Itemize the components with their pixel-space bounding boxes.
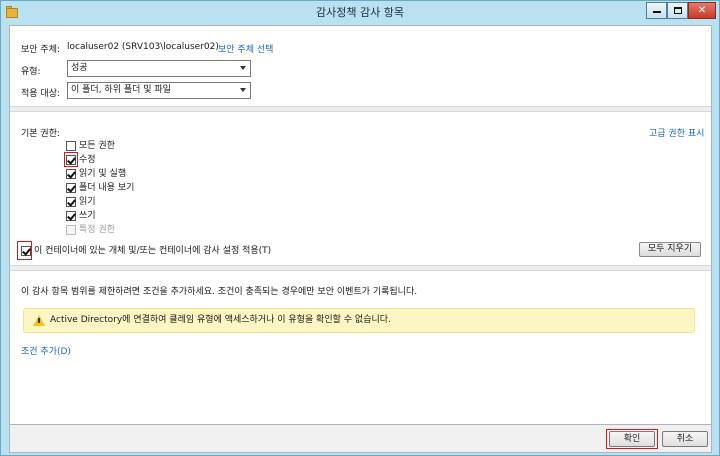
minimize-icon xyxy=(652,11,661,13)
select-principal-link[interactable]: 보안 주체 선택 xyxy=(218,42,273,55)
type-selected-value: 성공 xyxy=(71,63,88,73)
add-condition-link[interactable]: 조건 추가(D) xyxy=(21,344,71,357)
cancel-button[interactable]: 취소 xyxy=(662,431,708,447)
checkbox[interactable] xyxy=(66,197,76,207)
checkbox[interactable] xyxy=(66,183,76,193)
ok-button[interactable]: 확인 xyxy=(609,431,655,447)
checkbox xyxy=(66,225,76,235)
section-divider xyxy=(10,265,711,271)
checkbox[interactable] xyxy=(66,169,76,179)
close-button[interactable]: ✕ xyxy=(688,2,716,19)
chevron-down-icon xyxy=(240,88,246,92)
show-advanced-permissions-link[interactable]: 고급 권한 표시 xyxy=(649,126,704,139)
permission-label: 폴더 내용 보기 xyxy=(79,183,135,193)
basic-permissions-label: 기본 권한: xyxy=(21,129,61,139)
warning-text: Active Directory에 연결하여 클레임 유형에 액세스하거나 이 … xyxy=(50,315,391,325)
permission-label: 쓰기 xyxy=(79,211,96,221)
applies-to-dropdown[interactable]: 이 폴더, 하위 폴더 및 파일 xyxy=(67,82,251,99)
maximize-button[interactable] xyxy=(667,2,688,19)
permission-label: 특정 권한 xyxy=(79,225,115,235)
chevron-down-icon xyxy=(240,66,246,70)
permission-label: 수정 xyxy=(79,155,96,165)
principal-value: localuser02 (SRV103\localuser02) xyxy=(67,42,219,52)
type-dropdown[interactable]: 성공 xyxy=(67,60,251,77)
checkbox[interactable] xyxy=(66,141,76,151)
highlight-box xyxy=(64,152,78,167)
dialog-content: 보안 주체: localuser02 (SRV103\localuser02) … xyxy=(9,25,712,425)
dialog-footer: 확인 취소 xyxy=(9,425,712,453)
principal-label: 보안 주체: xyxy=(21,45,61,55)
permission-label: 읽기 및 실행 xyxy=(79,169,127,179)
checkbox[interactable] xyxy=(66,211,76,221)
title-bar[interactable]: 감사정책 감사 항목 ✕ xyxy=(1,1,719,25)
clear-all-button[interactable]: 모두 지우기 xyxy=(639,242,701,257)
applies-to-label: 적용 대상: xyxy=(21,89,61,99)
conditions-description: 이 감사 항목 범위를 제한하려면 조건을 추가하세요. 조건이 충족되는 경우… xyxy=(21,287,418,297)
permission-label: 모든 권한 xyxy=(79,141,115,151)
minimize-button[interactable] xyxy=(646,2,667,19)
section-divider xyxy=(10,106,711,112)
close-icon: ✕ xyxy=(697,5,707,16)
audit-entry-dialog: 감사정책 감사 항목 ✕ 보안 주체: localuser02 (SRV103\… xyxy=(0,0,720,456)
applies-to-selected-value: 이 폴더, 하위 폴더 및 파일 xyxy=(71,85,171,95)
permission-label: 읽기 xyxy=(79,197,96,207)
warning-bar: Active Directory에 연결하여 클레임 유형에 액세스하거나 이 … xyxy=(23,308,695,333)
maximize-icon xyxy=(673,7,682,14)
type-label: 유형: xyxy=(21,67,41,77)
apply-within-label: 이 컨테이너에 있는 개체 및/또는 컨테이너에 감사 설정 적용(T) xyxy=(34,246,272,256)
warning-icon-mark xyxy=(38,318,40,323)
highlight-box xyxy=(17,241,32,260)
window-title: 감사정책 감사 항목 xyxy=(316,6,404,19)
